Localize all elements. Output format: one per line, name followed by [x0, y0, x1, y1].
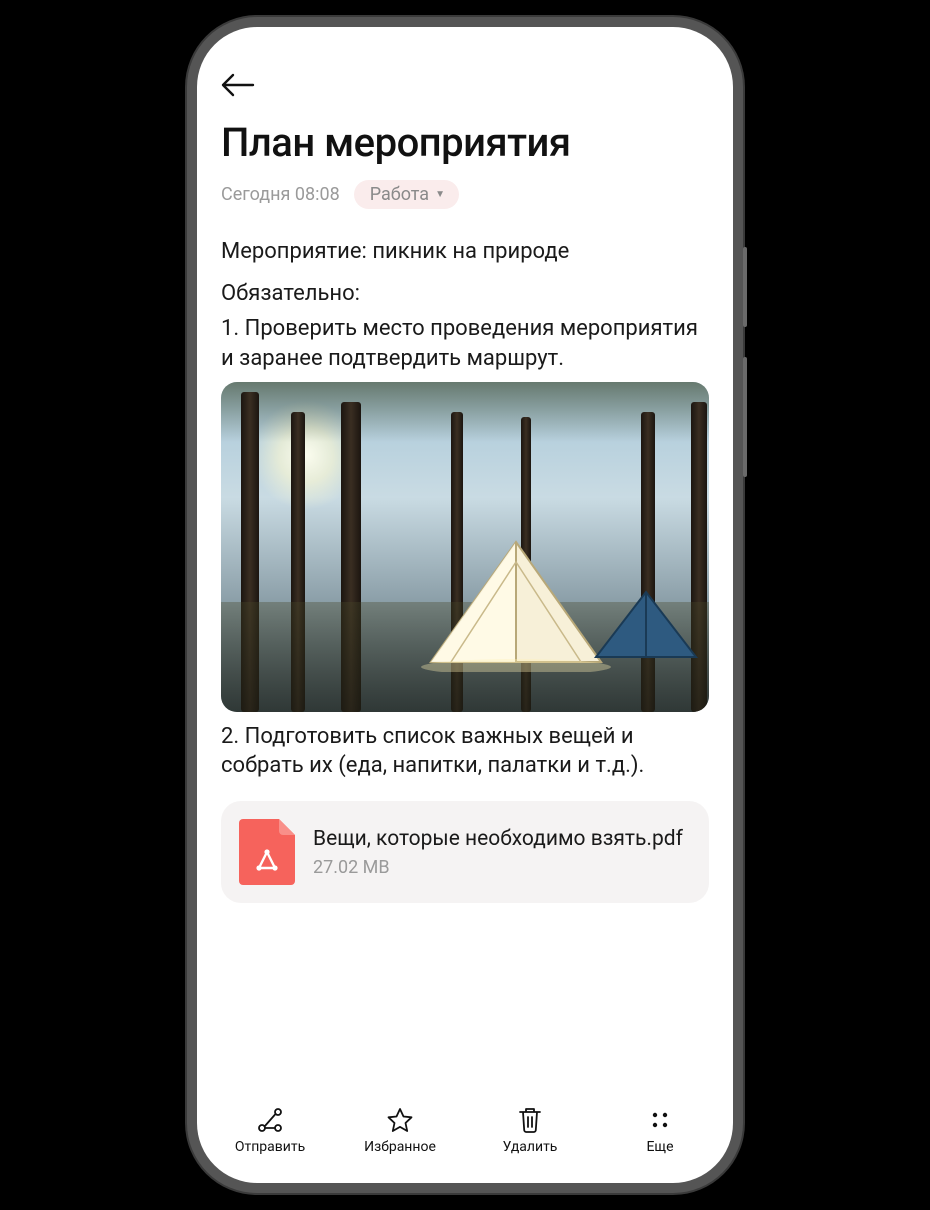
checklist-item-2: 2. Подготовить список важных вещей и соб…: [221, 722, 709, 781]
phone-side-button: [743, 357, 747, 477]
event-subtitle: Мероприятие: пикник на природе: [221, 237, 709, 267]
meta-row: Сегодня 08:08 Работа ▼: [221, 180, 709, 209]
must-label: Обязательно:: [221, 279, 709, 309]
trash-icon: [515, 1105, 545, 1135]
page-title: План мероприятия: [221, 119, 709, 166]
more-icon: [645, 1105, 675, 1135]
more-button[interactable]: Еще: [605, 1105, 715, 1155]
checklist-item-1: 1. Проверить место проведения мероприяти…: [221, 314, 709, 373]
favorite-button[interactable]: Избранное: [345, 1105, 455, 1155]
share-icon: [255, 1105, 285, 1135]
attachment-filesize: 27.02 MB: [313, 857, 691, 878]
delete-button[interactable]: Удалить: [475, 1105, 585, 1155]
pdf-file-icon: [239, 819, 295, 885]
phone-side-button: [743, 247, 747, 327]
bottom-toolbar: Отправить Избранное Удалить: [197, 1091, 733, 1183]
star-icon: [385, 1105, 415, 1135]
tag-label: Работа: [370, 184, 429, 205]
note-image[interactable]: [221, 382, 709, 712]
back-icon[interactable]: [221, 73, 255, 101]
chevron-down-icon: ▼: [435, 189, 445, 200]
attachment-card[interactable]: Вещи, которые необходимо взять.pdf 27.02…: [221, 801, 709, 903]
delete-label: Удалить: [503, 1139, 558, 1155]
favorite-label: Избранное: [364, 1139, 436, 1155]
phone-screen: План мероприятия Сегодня 08:08 Работа ▼ …: [197, 27, 733, 1183]
attachment-filename: Вещи, которые необходимо взять.pdf: [313, 826, 691, 853]
tag-chip[interactable]: Работа ▼: [354, 180, 459, 209]
phone-frame: План мероприятия Сегодня 08:08 Работа ▼ …: [187, 17, 743, 1193]
send-button[interactable]: Отправить: [215, 1105, 325, 1155]
send-label: Отправить: [235, 1139, 305, 1155]
more-label: Еще: [646, 1139, 673, 1155]
timestamp: Сегодня 08:08: [221, 184, 340, 205]
note-content: План мероприятия Сегодня 08:08 Работа ▼ …: [197, 27, 733, 1091]
